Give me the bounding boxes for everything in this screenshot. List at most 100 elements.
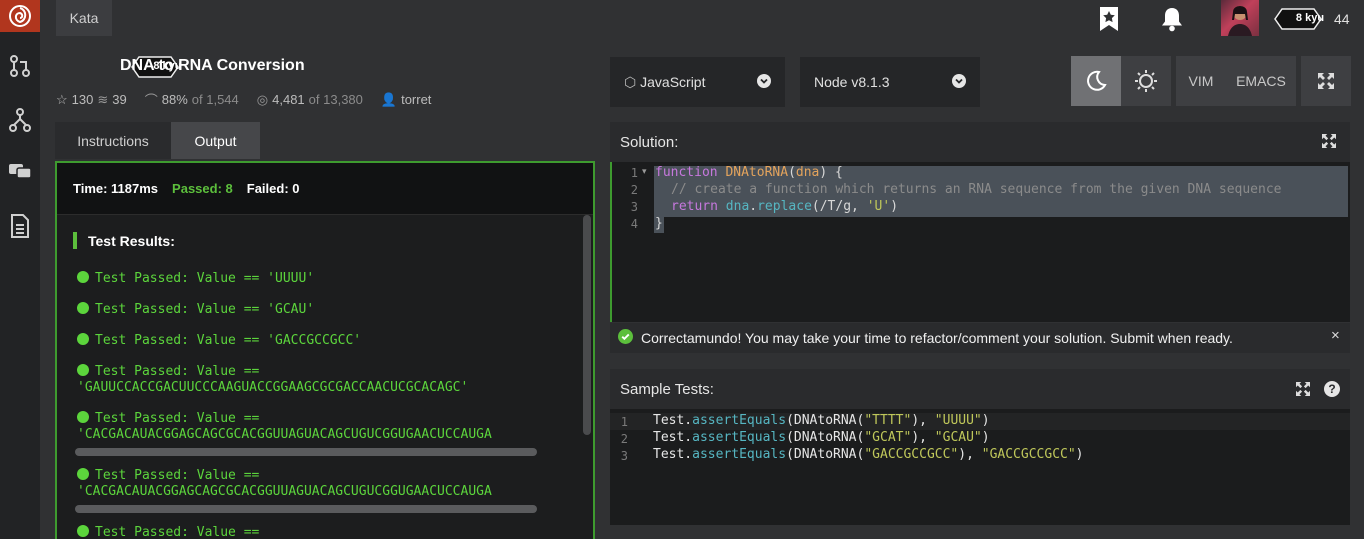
line-number: 1 bbox=[620, 415, 628, 429]
chevron-down-icon bbox=[952, 73, 966, 91]
check-circle-icon bbox=[618, 329, 633, 347]
expand-icon[interactable] bbox=[1296, 382, 1310, 401]
method: assertEquals bbox=[692, 430, 787, 445]
codewars-logo-icon[interactable] bbox=[0, 0, 40, 32]
punct: ) bbox=[981, 430, 990, 445]
runtime-select[interactable]: Node v8.1.3 bbox=[800, 57, 980, 107]
identifier: dna bbox=[725, 199, 750, 214]
identifier: Test. bbox=[653, 430, 693, 445]
discussion-icon[interactable] bbox=[0, 162, 40, 182]
output-summary: Time: 1187ms Passed: 8 Failed: 0 bbox=[57, 163, 593, 215]
document-icon[interactable] bbox=[0, 214, 40, 238]
string: "GCAU" bbox=[934, 430, 982, 445]
horizontal-scrollbar[interactable] bbox=[75, 448, 537, 456]
test-result: Test Passed: Value == 'GACCGCCGCC' bbox=[77, 333, 361, 349]
expand-icon[interactable] bbox=[1322, 134, 1336, 153]
line-number: 2 bbox=[620, 432, 628, 446]
emacs-mode-button[interactable]: EMACS bbox=[1226, 56, 1296, 106]
passed-count: Passed: 8 bbox=[172, 181, 233, 196]
punct: ), bbox=[911, 430, 935, 445]
test-result-text: Test Passed: Value == bbox=[95, 468, 260, 483]
check-circle-icon bbox=[77, 525, 89, 537]
keyword: function bbox=[655, 165, 718, 180]
test-result-text: Test Passed: Value == bbox=[95, 364, 260, 379]
line-number: 2 bbox=[630, 183, 638, 197]
author-icon: 👤 bbox=[380, 91, 398, 107]
moon-icon bbox=[1087, 70, 1107, 91]
param: dna bbox=[795, 165, 820, 180]
keyword: return bbox=[671, 199, 718, 214]
test-result-text: 'GAUUCCACCGACUUCCCAAGUACCGGAAGCGCGACCAAC… bbox=[77, 380, 469, 395]
sun-icon bbox=[1135, 70, 1157, 92]
test-result-text: Test Passed: Value == bbox=[95, 525, 260, 539]
fold-arrow-icon[interactable]: ▾ bbox=[642, 166, 647, 177]
tab-output[interactable]: Output bbox=[171, 122, 260, 159]
punct: ) bbox=[1075, 447, 1084, 462]
punct: ), bbox=[958, 447, 982, 462]
nav-tab-kata[interactable]: Kata bbox=[56, 0, 112, 36]
check-circle-icon bbox=[77, 468, 89, 480]
code-comment: // create a function which returns an RN… bbox=[671, 182, 1282, 197]
runtime-value: Node v8.1.3 bbox=[814, 74, 890, 90]
code-line: Test.assertEquals(DNAtoRNA("GCAT"), "GCA… bbox=[653, 430, 990, 445]
notification-bell-icon[interactable] bbox=[1160, 6, 1184, 32]
failed-count: Failed: 0 bbox=[246, 181, 300, 196]
test-result: Test Passed: Value == 'GAUUCCACCGACUUCCCA… bbox=[77, 364, 468, 396]
expand-icon bbox=[1318, 73, 1334, 89]
check-circle-icon bbox=[77, 411, 89, 423]
punct: ) bbox=[890, 199, 899, 214]
code-line: function DNAtoRNA(dna) { bbox=[655, 165, 843, 180]
method: replace bbox=[757, 199, 812, 214]
test-result-text: 'CACGACAUACGGAGCAGCGCACGGUUAGUACAGCUGUCG… bbox=[77, 484, 492, 499]
tab-instructions[interactable]: Instructions bbox=[55, 122, 171, 159]
punct: (DNAtoRNA( bbox=[786, 447, 865, 462]
punct: ) bbox=[981, 413, 990, 428]
run-time: Time: 1187ms bbox=[73, 181, 159, 196]
help-icon[interactable]: ? bbox=[1324, 381, 1340, 397]
string: "GACCGCCGCC" bbox=[981, 447, 1076, 462]
check-circle-icon bbox=[77, 333, 89, 345]
close-icon[interactable]: × bbox=[1331, 327, 1340, 344]
chevron-down-icon bbox=[757, 73, 771, 91]
star-icon[interactable]: ☆ bbox=[56, 92, 68, 108]
user-honor: 44 bbox=[1334, 11, 1350, 27]
light-theme-button[interactable] bbox=[1121, 56, 1171, 106]
fullscreen-button[interactable] bbox=[1301, 56, 1351, 106]
vim-mode-button[interactable]: VIM bbox=[1176, 56, 1226, 106]
check-circle-icon bbox=[77, 302, 89, 314]
pull-request-icon[interactable] bbox=[0, 54, 40, 78]
identifier: Test. bbox=[653, 447, 693, 462]
test-result-text: Test Passed: Value == bbox=[95, 411, 260, 426]
code-line: return dna.replace(/T/g, 'U') bbox=[671, 199, 899, 214]
punct: ), bbox=[911, 413, 935, 428]
line-number: 3 bbox=[620, 449, 628, 463]
test-result: Test Passed: Value == 'CACGACAUACGGAGCAGC… bbox=[77, 468, 492, 500]
satisfaction-icon: ⌒ bbox=[144, 93, 158, 108]
kata-title[interactable]: DNA to RNA Conversion bbox=[120, 57, 305, 75]
vertical-scrollbar[interactable] bbox=[583, 215, 591, 435]
branch-icon[interactable] bbox=[0, 108, 40, 132]
bookmark-star-icon[interactable] bbox=[1098, 6, 1120, 32]
method: assertEquals bbox=[692, 447, 787, 462]
punct: (DNAtoRNA( bbox=[786, 413, 865, 428]
collection-icon[interactable]: ≋ bbox=[97, 92, 108, 108]
string: 'U' bbox=[866, 199, 891, 214]
punct: (DNAtoRNA( bbox=[786, 430, 865, 445]
kata-author[interactable]: torret bbox=[401, 92, 431, 107]
string: "GCAT" bbox=[864, 430, 912, 445]
check-circle-icon bbox=[77, 271, 89, 283]
satisfaction-total: of 1,544 bbox=[191, 92, 239, 107]
completed-count: 4,481 bbox=[272, 92, 305, 107]
test-result-text: 'CACGACAUACGGAGCAGCGCACGGUUAGUACAGCUGUCG… bbox=[77, 427, 492, 442]
stars-count: 130 bbox=[71, 92, 94, 107]
results-accent-bar bbox=[73, 232, 77, 249]
language-select[interactable]: ⬡ JavaScript bbox=[610, 57, 785, 107]
string: "GACCGCCGCC" bbox=[864, 447, 959, 462]
check-circle-icon bbox=[77, 364, 89, 376]
user-avatar[interactable] bbox=[1221, 0, 1259, 36]
test-result: Test Passed: Value == bbox=[77, 525, 259, 539]
horizontal-scrollbar[interactable] bbox=[75, 505, 537, 513]
line-number: 1 bbox=[630, 166, 638, 180]
dark-theme-button[interactable] bbox=[1071, 56, 1121, 106]
solution-header: Solution: bbox=[610, 122, 1350, 162]
